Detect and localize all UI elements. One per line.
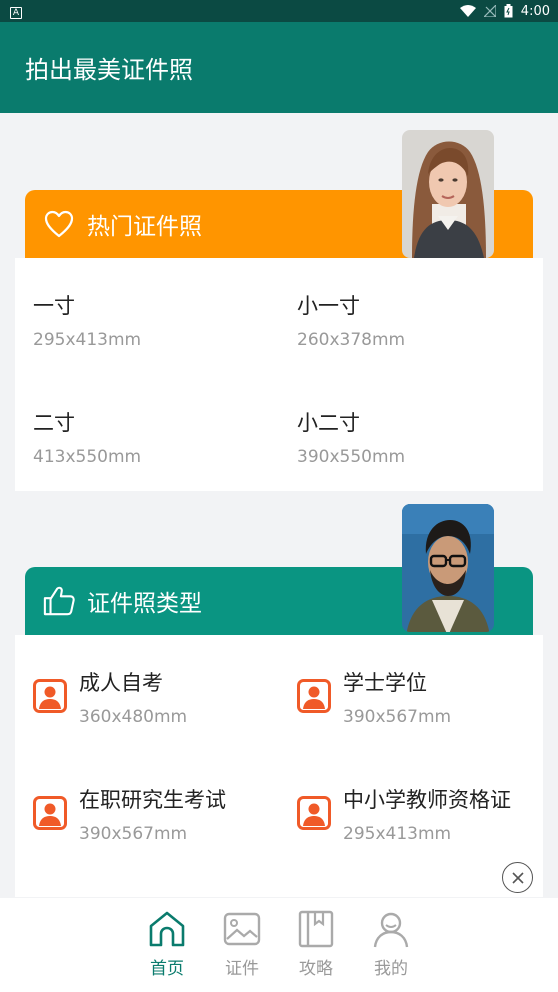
type-item-2[interactable]: 学士学位 390x567mm xyxy=(297,667,451,727)
type-item-name: 成人自考 xyxy=(79,671,163,695)
type-item-size: 390x567mm xyxy=(79,824,188,844)
hot-item-name: 一寸 xyxy=(33,294,75,318)
hot-item-name: 小二寸 xyxy=(297,411,360,435)
page-title: 拍出最美证件照 xyxy=(25,56,193,84)
hot-item-size: 390x550mm xyxy=(297,447,406,467)
heart-icon xyxy=(43,208,75,240)
man-photo xyxy=(402,504,494,632)
status-bar: A 4:00 xyxy=(0,0,558,22)
hot-item-name: 小一寸 xyxy=(297,294,360,318)
hot-item-4[interactable]: 小二寸 390x550mm xyxy=(297,407,405,467)
hot-section-title: 热门证件照 xyxy=(87,214,202,240)
book-icon xyxy=(298,910,334,948)
wifi-icon xyxy=(459,5,476,17)
type-item-3[interactable]: 在职研究生考试 390x567mm xyxy=(33,784,226,844)
hot-item-size: 295x413mm xyxy=(33,330,142,350)
type-item-size: 390x567mm xyxy=(343,707,452,727)
type-section-title: 证件照类型 xyxy=(87,591,202,617)
type-item-name: 在职研究生考试 xyxy=(79,788,226,812)
type-item-1[interactable]: 成人自考 360x480mm xyxy=(33,667,187,727)
nav-documents-label: 证件 xyxy=(225,959,259,979)
no-signal-icon xyxy=(483,5,496,17)
type-section-body: 成人自考 360x480mm 学士学位 390x567mm 在职研究生考试 39… xyxy=(15,635,543,897)
type-item-name: 学士学位 xyxy=(343,671,427,695)
close-icon xyxy=(511,871,524,884)
nav-documents[interactable]: 证件 xyxy=(212,910,272,979)
type-item-name: 中小学教师资格证 xyxy=(343,788,511,812)
person-card-icon xyxy=(297,796,331,830)
nav-home[interactable]: 首页 xyxy=(137,910,197,979)
nav-guide[interactable]: 攻略 xyxy=(286,910,346,979)
nav-profile[interactable]: 我的 xyxy=(361,910,421,979)
person-card-icon xyxy=(33,796,67,830)
nav-guide-label: 攻略 xyxy=(299,959,333,979)
notification-a-icon: A xyxy=(10,6,22,19)
home-icon xyxy=(149,911,185,947)
type-item-4[interactable]: 中小学教师资格证 295x413mm xyxy=(297,784,511,844)
user-icon xyxy=(373,912,409,948)
status-left: A xyxy=(10,4,22,19)
bottom-nav: 首页 证件 攻略 我的 xyxy=(0,898,558,992)
hot-item-2[interactable]: 小一寸 260x378mm xyxy=(297,290,405,350)
hot-item-size: 413x550mm xyxy=(33,447,142,467)
nav-profile-label: 我的 xyxy=(374,959,408,979)
hot-item-3[interactable]: 二寸 413x550mm xyxy=(33,407,141,467)
nav-home-label: 首页 xyxy=(150,959,184,979)
type-item-size: 295x413mm xyxy=(343,824,452,844)
app-bar: 拍出最美证件照 xyxy=(0,22,558,113)
hot-item-1[interactable]: 一寸 295x413mm xyxy=(33,290,141,350)
woman-photo xyxy=(402,130,494,258)
type-item-size: 360x480mm xyxy=(79,707,188,727)
hot-item-name: 二寸 xyxy=(33,411,75,435)
status-time: 4:00 xyxy=(520,3,550,19)
person-card-icon xyxy=(33,679,67,713)
hot-section-body: 一寸 295x413mm 小一寸 260x378mm 二寸 413x550mm … xyxy=(15,258,543,491)
battery-icon xyxy=(504,4,513,18)
close-button[interactable] xyxy=(502,862,533,893)
person-card-icon xyxy=(297,679,331,713)
image-icon xyxy=(223,912,261,946)
hot-item-size: 260x378mm xyxy=(297,330,406,350)
status-right: 4:00 xyxy=(459,3,550,19)
thumbs-up-icon xyxy=(43,585,75,617)
